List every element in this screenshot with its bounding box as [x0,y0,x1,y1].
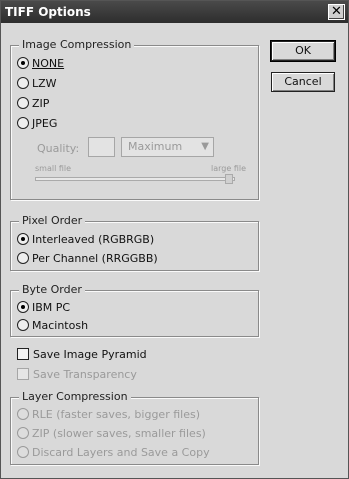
radio-per-channel-label: Per Channel (RRGGBB) [32,251,158,265]
close-icon: ✕ [331,4,342,19]
radio-lzw-indicator[interactable] [17,77,29,89]
cancel-button[interactable]: Cancel [271,72,335,92]
radio-discard-layers-indicator[interactable] [17,446,29,458]
radio-layer-zip[interactable]: ZIP (slower saves, smaller files) [17,425,206,441]
title-bar: TIFF Options ✕ [1,1,348,23]
save-transparency-box[interactable] [17,368,29,380]
save-pyramid-box[interactable] [17,348,29,360]
image-compression-group: Image Compression NONE LZW ZIP JPEG Qual… [10,38,259,200]
radio-none-indicator[interactable] [17,57,29,69]
radio-zip[interactable]: ZIP [17,95,49,111]
save-pyramid-checkbox[interactable]: Save Image Pyramid [17,346,147,362]
radio-ibm-pc-label: IBM PC [32,300,71,314]
radio-macintosh-label: Macintosh [32,318,89,332]
large-file-label: large file [211,164,246,173]
save-transparency-checkbox[interactable]: Save Transparency [17,366,137,382]
quality-input[interactable] [88,137,115,157]
radio-macintosh-indicator[interactable] [17,319,29,331]
tiff-options-dialog: TIFF Options ✕ OK Cancel Image Compressi… [0,0,349,479]
close-button[interactable]: ✕ [328,4,345,20]
quality-select-value: Maximum [128,140,183,153]
radio-ibm-pc-indicator[interactable] [17,301,29,313]
layer-compression-group: Layer Compression RLE (faster saves, big… [10,390,259,465]
pixel-order-legend: Pixel Order [19,214,86,227]
radio-interleaved-label: Interleaved (RGBRGB) [32,232,155,246]
ok-button[interactable]: OK [270,40,336,62]
save-pyramid-label: Save Image Pyramid [33,347,147,361]
quality-slider-thumb[interactable] [225,174,233,184]
radio-none-label: NONE [32,56,65,70]
radio-rle-label: RLE (faster saves, bigger files) [32,407,200,421]
small-file-label: small file [35,164,72,173]
dialog-title: TIFF Options [5,5,91,19]
radio-per-channel-indicator[interactable] [17,252,29,264]
byte-order-group: Byte Order IBM PC Macintosh [10,283,259,337]
radio-per-channel[interactable]: Per Channel (RRGGBB) [17,250,158,266]
radio-interleaved-indicator[interactable] [17,233,29,245]
radio-jpeg[interactable]: JPEG [17,115,57,131]
pixel-order-group: Pixel Order Interleaved (RGBRGB) Per Cha… [10,214,259,271]
chevron-down-icon: ▼ [201,141,209,152]
save-transparency-label: Save Transparency [33,367,137,381]
image-compression-legend: Image Compression [19,38,135,51]
radio-layer-zip-label: ZIP (slower saves, smaller files) [32,426,206,440]
radio-rle[interactable]: RLE (faster saves, bigger files) [17,406,200,422]
radio-macintosh[interactable]: Macintosh [17,317,88,333]
radio-none[interactable]: NONE [17,55,64,71]
quality-label: Quality: [37,142,80,155]
radio-discard-layers[interactable]: Discard Layers and Save a Copy [17,444,210,460]
radio-discard-layers-label: Discard Layers and Save a Copy [32,445,210,459]
radio-zip-indicator[interactable] [17,97,29,109]
radio-jpeg-label: JPEG [32,116,58,130]
radio-rle-indicator[interactable] [17,408,29,420]
radio-zip-label: ZIP [32,96,50,110]
radio-layer-zip-indicator[interactable] [17,427,29,439]
radio-lzw-label: LZW [32,76,57,90]
radio-interleaved[interactable]: Interleaved (RGBRGB) [17,231,154,247]
radio-ibm-pc[interactable]: IBM PC [17,299,70,315]
radio-jpeg-indicator[interactable] [17,117,29,129]
quality-slider-track[interactable] [35,177,235,181]
layer-compression-legend: Layer Compression [19,390,131,403]
byte-order-legend: Byte Order [19,283,85,296]
radio-lzw[interactable]: LZW [17,75,57,91]
quality-select[interactable]: Maximum ▼ [121,137,214,157]
